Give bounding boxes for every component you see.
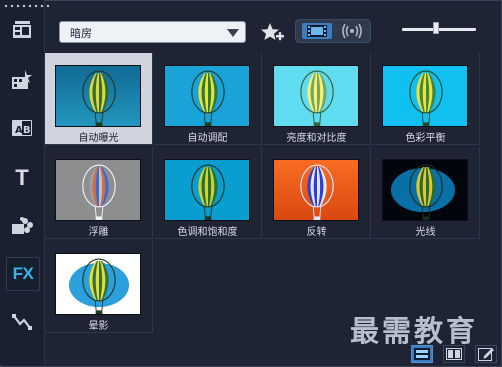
filter-thumbnail: [273, 65, 359, 127]
motion-path-icon[interactable]: [6, 306, 38, 338]
filter-vignette[interactable]: 晕影: [45, 241, 153, 333]
drag-grip-icon[interactable]: [3, 4, 49, 8]
chevron-down-icon: [227, 29, 239, 37]
filmstrip-icon: [307, 25, 327, 37]
filter-color-balance[interactable]: 色彩平衡: [372, 53, 480, 145]
filter-thumbnail: [55, 65, 141, 127]
filter-emboss[interactable]: 浮雕: [45, 147, 153, 239]
filter-auto-exposure[interactable]: 自动曝光: [45, 53, 153, 145]
library-view-icon[interactable]: [443, 345, 465, 363]
star-plus-icon: [261, 23, 284, 41]
audio-filter-button[interactable]: [338, 22, 366, 40]
filter-label: 自动调配: [187, 133, 228, 144]
category-value: 暗房: [70, 27, 92, 40]
video-filter-button[interactable]: [302, 23, 332, 39]
filter-grid: 自动曝光 自动调配 亮度和对比度 色彩平衡 浮雕 色调和饱和度 反转 光线 晕影: [45, 53, 501, 333]
watermark: 最需教育: [350, 314, 479, 348]
filter-label: 晕影: [88, 321, 109, 332]
filter-label: 色彩平衡: [405, 133, 446, 144]
thumbnail-size-slider[interactable]: [402, 22, 476, 36]
filter-invert[interactable]: 反转: [263, 147, 371, 239]
slider-thumb[interactable]: [433, 22, 439, 34]
title-icon[interactable]: T: [6, 162, 38, 194]
media-type-toggle: [295, 19, 371, 43]
slider-track: [402, 28, 476, 31]
filter-thumbnail: [382, 159, 468, 221]
filter-label: 自动曝光: [78, 133, 119, 144]
filter-thumbnail: [273, 159, 359, 221]
media-library-icon[interactable]: [6, 14, 38, 46]
filter-thumbnail: [164, 159, 250, 221]
add-favorite-button[interactable]: [258, 20, 286, 46]
svg-text:A: A: [15, 125, 23, 136]
filter-label: 亮度和对比度: [286, 133, 347, 144]
filter-auto-adjust[interactable]: 自动调配: [154, 53, 262, 145]
list-view-icon[interactable]: [411, 345, 433, 363]
filter-label: 反转: [306, 227, 327, 238]
filter-label: 浮雕: [88, 227, 109, 238]
filter-brightness[interactable]: 亮度和对比度: [263, 53, 371, 145]
edit-icon[interactable]: [475, 345, 497, 363]
title-label: T: [15, 165, 29, 190]
audio-wave-icon: [342, 23, 362, 39]
filter-label: 色调和饱和度: [177, 227, 238, 238]
fx-icon[interactable]: FX: [6, 257, 40, 291]
filter-thumbnail: [55, 253, 141, 315]
fx-label: FX: [12, 264, 34, 283]
graphic-icon[interactable]: [6, 210, 38, 242]
svg-text:B: B: [23, 125, 31, 136]
filter-label: 光线: [415, 227, 436, 238]
filter-hue[interactable]: 色调和饱和度: [154, 147, 262, 239]
filter-thumbnail: [55, 159, 141, 221]
transition-icon[interactable]: AB: [6, 112, 38, 144]
category-dropdown[interactable]: 暗房: [59, 21, 246, 43]
filter-light[interactable]: 光线: [372, 147, 480, 239]
left-toolbar: AB T FX: [0, 0, 49, 365]
instant-project-icon[interactable]: [6, 64, 38, 96]
filter-thumbnail: [164, 65, 250, 127]
filter-thumbnail: [382, 65, 468, 127]
